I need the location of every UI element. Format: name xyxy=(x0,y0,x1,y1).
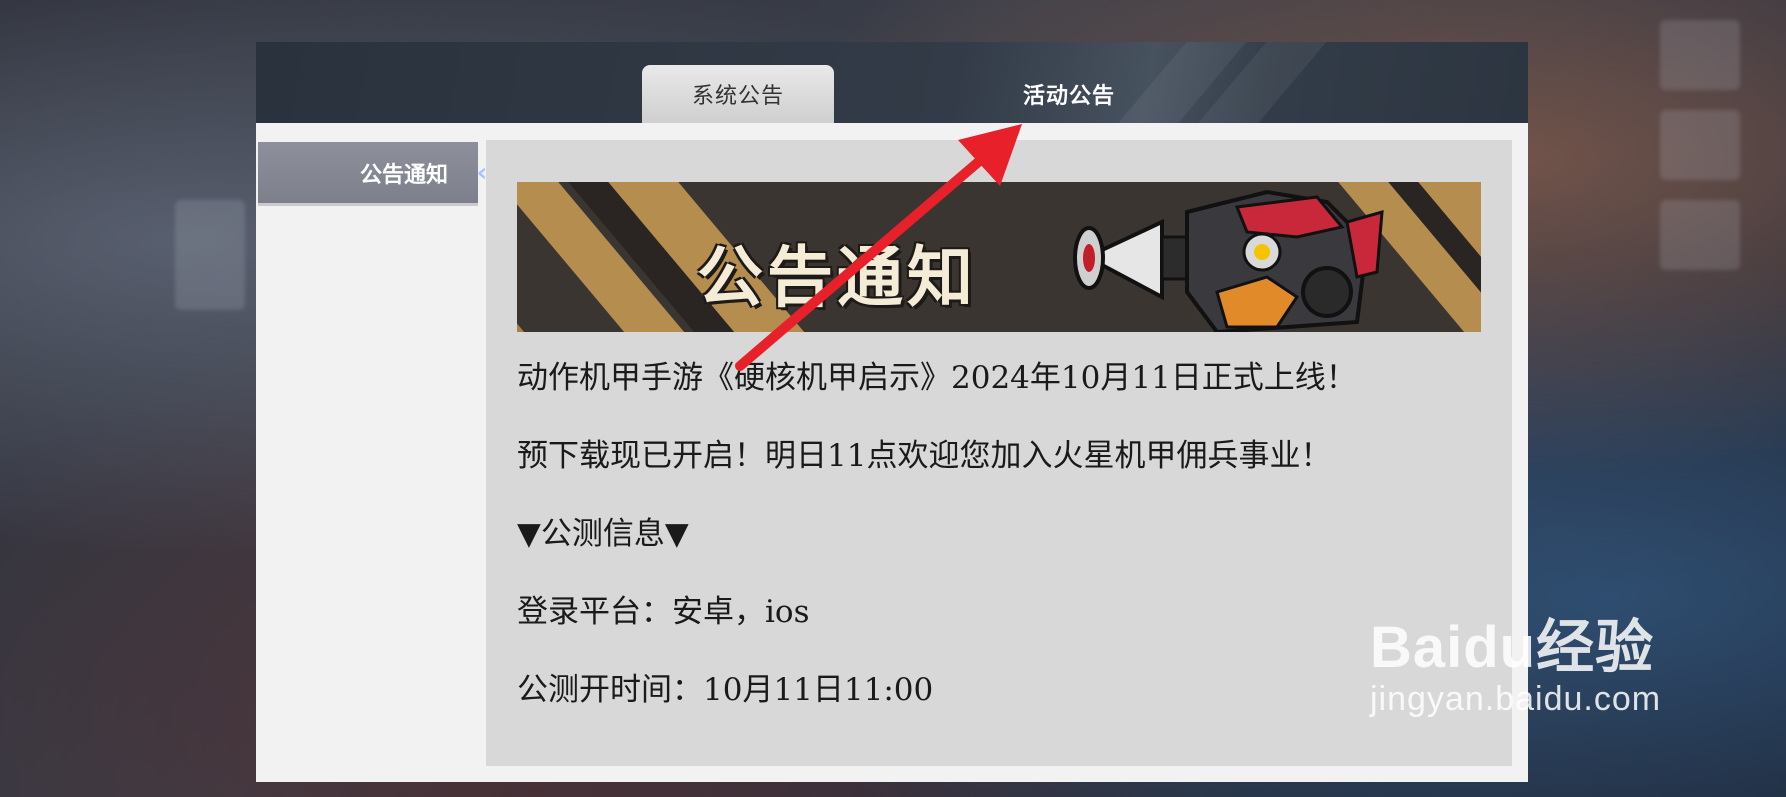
announcement-line-2: 预下载现已开启！明日11点欢迎您加入火星机甲佣兵事业！ xyxy=(517,438,1332,474)
banner-title: 公告通知 xyxy=(697,239,977,316)
tab-system-announcement[interactable]: 系统公告 xyxy=(642,65,834,123)
announcement-content: 公告通知 动作机甲手游《硬核机甲启示》2024年10月11日正式上线！ 预下载现… xyxy=(486,140,1512,766)
tab-activity-announcement[interactable]: 活动公告 xyxy=(969,65,1169,123)
baidu-jingyan-watermark: Baidu经验 jingyan.baidu.com xyxy=(1370,600,1661,719)
announcement-line-3: ▼公测信息▼ xyxy=(517,516,689,552)
background-blur-block xyxy=(175,200,245,310)
announcement-banner: 公告通知 xyxy=(517,182,1481,332)
background-blur-block xyxy=(1660,110,1740,180)
background-blur-block xyxy=(1660,20,1740,90)
sidebar-item-announcement[interactable]: 公告通知 xyxy=(258,142,478,206)
watermark-url: jingyan.baidu.com xyxy=(1370,680,1662,718)
panel-header: 系统公告 活动公告 xyxy=(256,42,1528,123)
announcement-line-1: 动作机甲手游《硬核机甲启示》2024年10月11日正式上线！ xyxy=(517,360,1357,396)
announcement-panel: 系统公告 活动公告 公告通知 ‹ 公告通知 动作机甲手游《硬核机甲启示》2024… xyxy=(256,42,1528,782)
announcement-line-4: 登录平台：安卓，ios xyxy=(517,594,810,630)
mecha-robot-icon xyxy=(1073,189,1384,332)
announcement-line-5: 公测开时间：10月11日11:00 xyxy=(517,672,934,708)
watermark-brand: Baidu经验 xyxy=(1370,615,1655,680)
background-blur-block xyxy=(1660,200,1740,270)
